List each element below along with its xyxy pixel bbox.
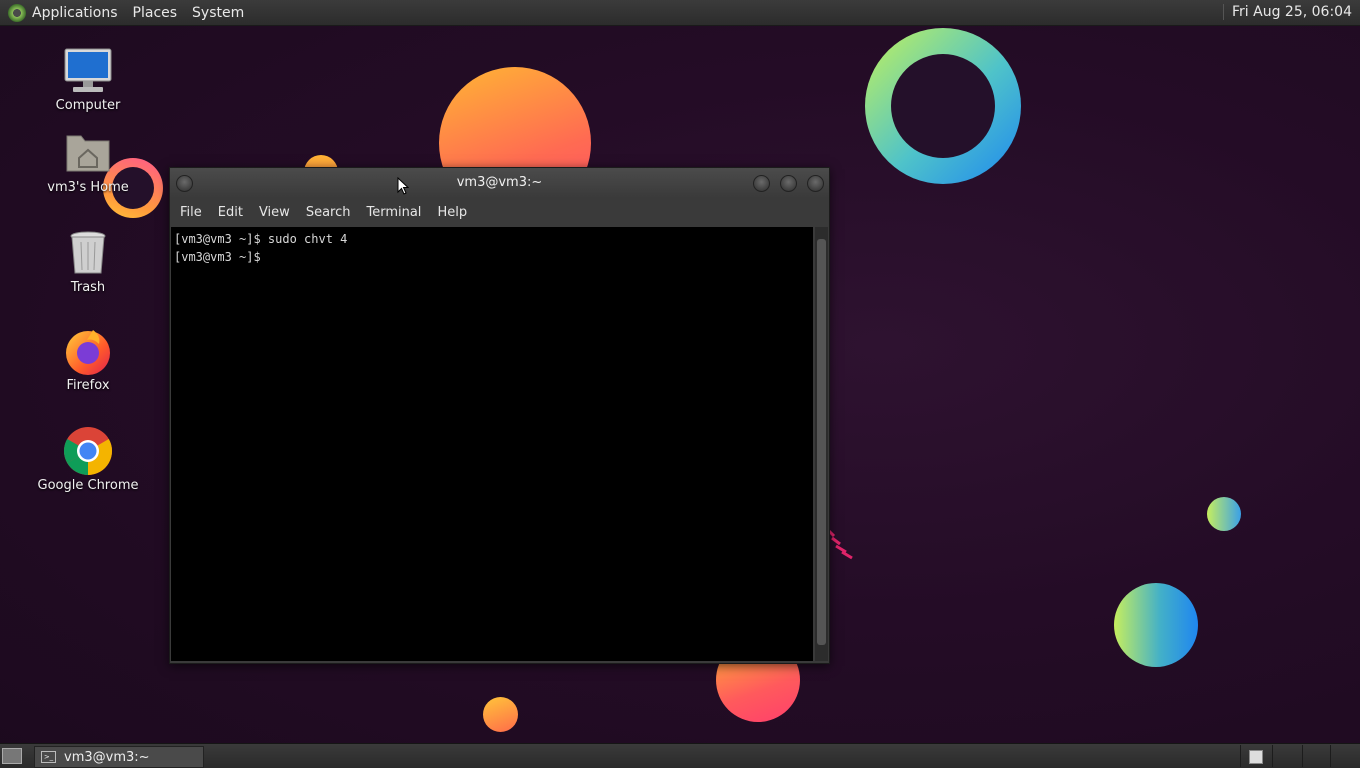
desktop-icon-label: Firefox <box>66 378 110 393</box>
menu-help[interactable]: Help <box>431 205 477 220</box>
desktop-icon-label: vm3's Home <box>47 180 129 195</box>
terminal-icon: >_ <box>41 751 56 763</box>
menu-search[interactable]: Search <box>300 205 361 220</box>
mouse-cursor-icon <box>397 177 409 195</box>
wallpaper-gradient-ring <box>865 28 1021 184</box>
desktop-icon-home[interactable]: vm3's Home <box>28 128 148 195</box>
wallpaper-tiny-orange-circle <box>483 697 518 732</box>
desktop-icon-trash[interactable]: Trash <box>28 228 148 295</box>
terminal-line: [vm3@vm3 ~]$ sudo chvt 4 <box>174 232 348 246</box>
scrollbar-thumb[interactable] <box>817 239 826 645</box>
trash-icon <box>63 228 113 278</box>
maximize-button[interactable] <box>780 175 797 192</box>
terminal-menubar: File Edit View Search Terminal Help <box>170 198 829 226</box>
terminal-prompt: [vm3@vm3 ~]$ <box>174 250 268 264</box>
firefox-icon <box>63 326 113 376</box>
wallpaper-stripes <box>826 528 853 560</box>
terminal-window[interactable]: vm3@vm3:~ File Edit View Search Terminal… <box>169 167 830 664</box>
desktop-icon-chrome[interactable]: Google Chrome <box>28 426 148 493</box>
wallpaper-small-blue-circle <box>1207 497 1241 531</box>
menu-terminal[interactable]: Terminal <box>360 205 431 220</box>
menu-edit[interactable]: Edit <box>212 205 253 220</box>
chrome-icon <box>63 426 113 476</box>
clock[interactable]: Fri Aug 25, 06:04 <box>1223 4 1352 20</box>
window-menu-button[interactable] <box>176 175 193 192</box>
taskbar-item-label: vm3@vm3:~ <box>64 749 150 765</box>
menu-view[interactable]: View <box>253 205 300 220</box>
menu-system[interactable]: System <box>192 5 244 21</box>
distro-logo-icon[interactable] <box>8 3 26 22</box>
desktop-icon-label: Computer <box>55 98 121 113</box>
menu-file[interactable]: File <box>174 205 212 220</box>
terminal-scrollbar[interactable] <box>815 227 828 661</box>
window-titlebar[interactable]: vm3@vm3:~ <box>170 168 829 198</box>
minimize-button[interactable] <box>753 175 770 192</box>
menu-places[interactable]: Places <box>133 5 178 21</box>
window-title: vm3@vm3:~ <box>456 175 543 190</box>
workspace-4[interactable] <box>1330 745 1359 767</box>
menu-applications[interactable]: Applications <box>32 5 118 21</box>
top-panel: Applications Places System Fri Aug 25, 0… <box>0 0 1360 26</box>
desktop-icon-firefox[interactable]: Firefox <box>28 326 148 393</box>
desktop-icon-computer[interactable]: Computer <box>28 46 148 113</box>
bottom-panel: >_ vm3@vm3:~ <box>0 743 1360 768</box>
desktop-icon-label: Trash <box>70 280 106 295</box>
terminal-output[interactable]: [vm3@vm3 ~]$ sudo chvt 4 [vm3@vm3 ~]$ <box>171 227 813 661</box>
desktop-icon-label: Google Chrome <box>37 478 139 493</box>
taskbar-item-terminal[interactable]: >_ vm3@vm3:~ <box>34 746 204 768</box>
show-desktop-icon[interactable] <box>2 748 22 764</box>
wallpaper-blue-circle <box>1114 583 1198 667</box>
home-folder-icon <box>63 128 113 178</box>
computer-icon <box>63 46 113 96</box>
close-button[interactable] <box>807 175 824 192</box>
